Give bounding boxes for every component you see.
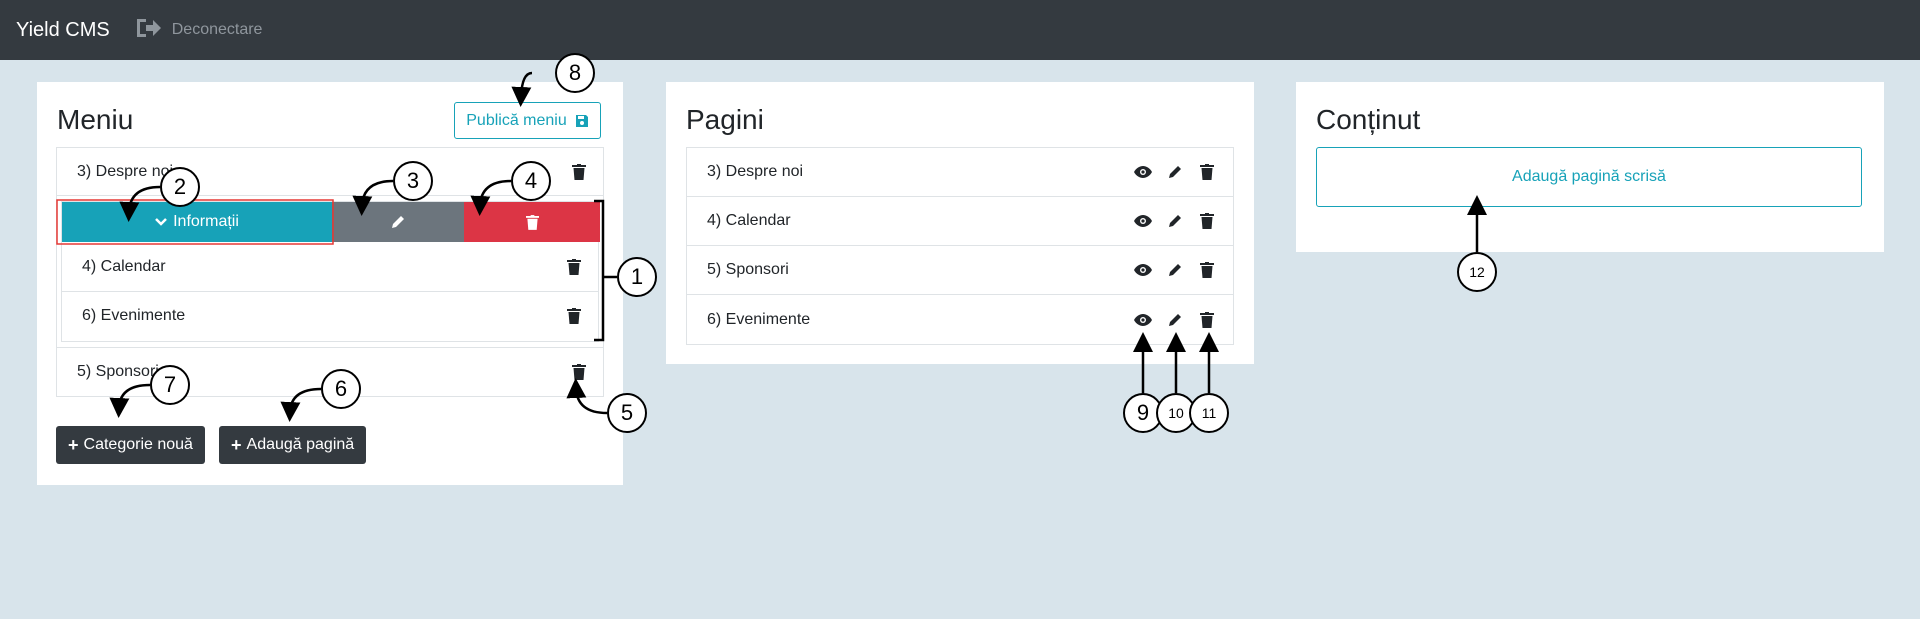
callout-2: 2 — [160, 167, 200, 207]
callout-7: 7 — [150, 365, 190, 405]
highlight-box — [56, 199, 334, 245]
callout-5: 5 — [607, 393, 647, 433]
annotation-overlay — [56, 71, 1487, 422]
callout-3: 3 — [393, 161, 433, 201]
callout-12: 12 — [1457, 252, 1497, 292]
callout-6: 6 — [321, 369, 361, 409]
callout-1: 1 — [617, 257, 657, 297]
callout-11: 11 — [1189, 393, 1229, 433]
bracket — [594, 199, 605, 342]
callout-8: 8 — [555, 53, 595, 93]
callout-4: 4 — [511, 161, 551, 201]
